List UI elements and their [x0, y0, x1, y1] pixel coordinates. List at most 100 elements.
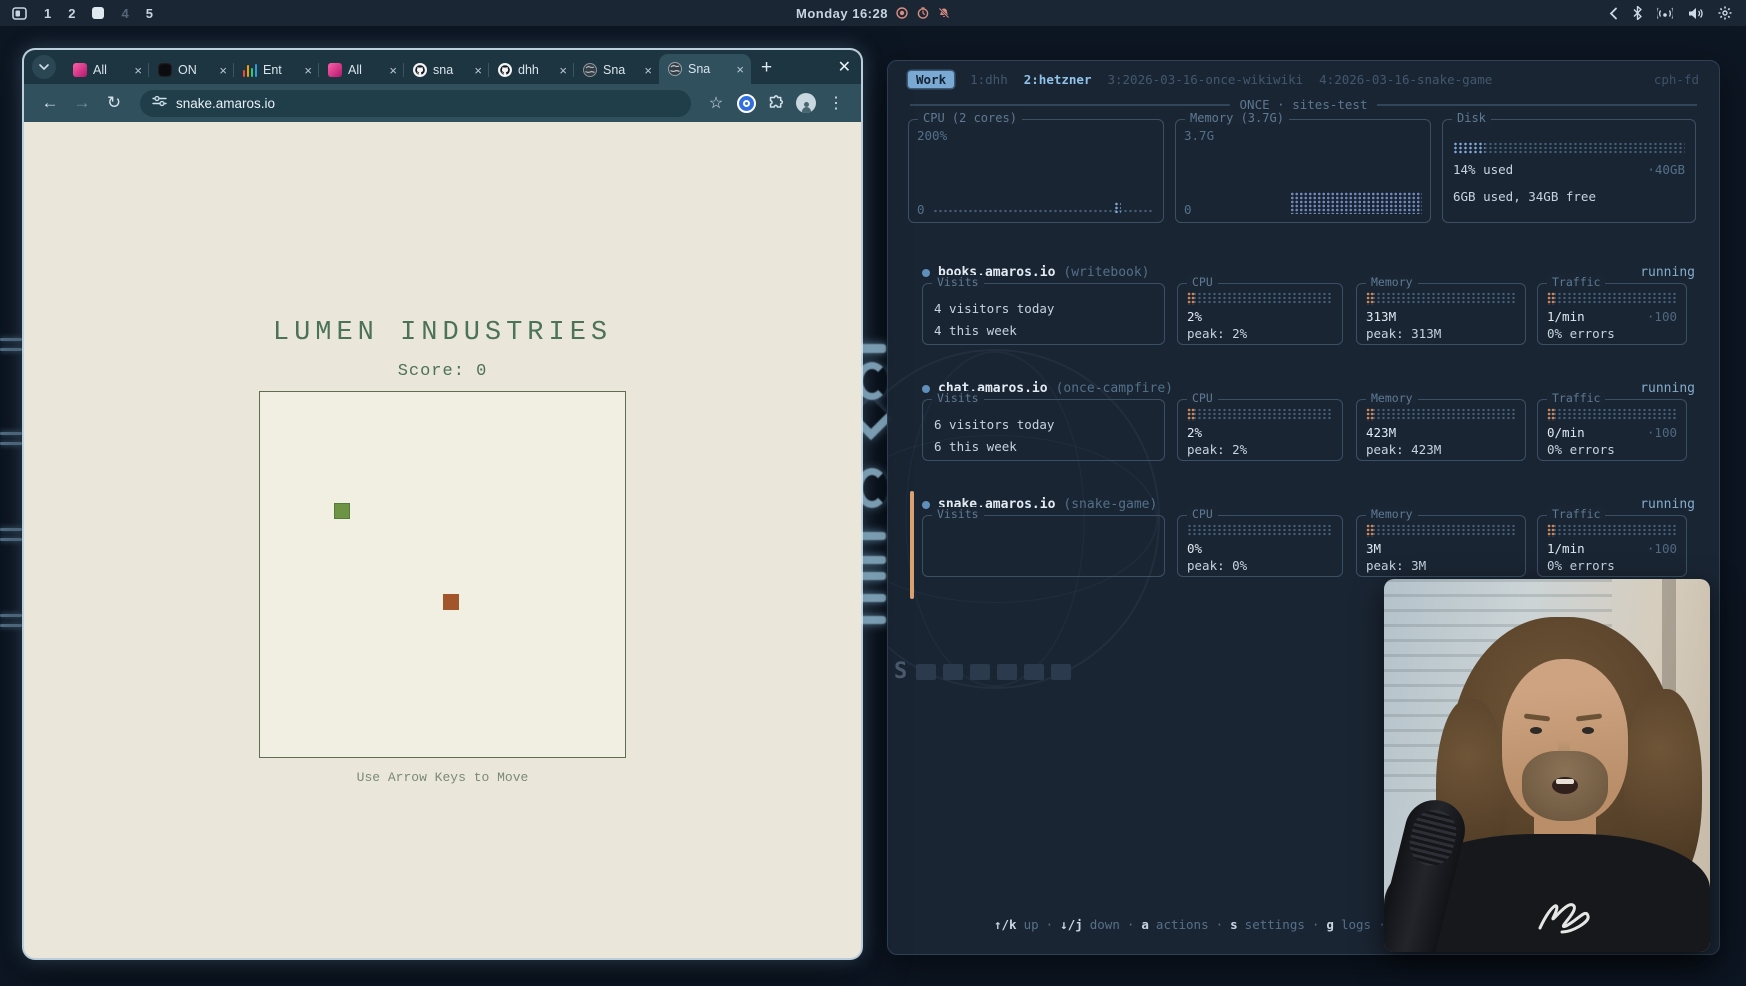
site-status-dot — [922, 269, 930, 277]
site-settings-icon[interactable] — [152, 94, 167, 112]
visits-box: Visits 4 visitors today 4 this week — [922, 283, 1165, 345]
workspace-overview-icon[interactable] — [12, 7, 27, 20]
visits-box: Visits — [922, 515, 1165, 577]
browser-tab-2[interactable]: ON × — [149, 56, 234, 84]
memory-min-label: 0 — [1184, 202, 1192, 217]
extensions-puzzle-icon[interactable] — [763, 90, 789, 116]
browser-tab-1[interactable]: All × — [64, 56, 149, 84]
visits-box: Visits 6 visitors today 6 this week — [922, 399, 1165, 461]
password-manager-icon[interactable] — [733, 90, 759, 116]
workspace-4[interactable]: 4 — [121, 6, 128, 21]
cpu-spike — [1187, 408, 1196, 421]
workspace-1[interactable]: 1 — [44, 6, 51, 21]
cpu-max-label: 200% — [917, 128, 1163, 143]
settings-gear-icon[interactable] — [1718, 6, 1732, 20]
terminal-tab-bar: Work 1:dhh 2:hetzner 3:2026-03-16-once-w… — [908, 71, 1699, 88]
memory-box-title: Memory — [1366, 275, 1418, 289]
webcam-overlay — [1384, 579, 1710, 952]
site-app: (once-campfire) — [1056, 381, 1173, 396]
terminal-tab-1[interactable]: 1:dhh — [970, 72, 1008, 87]
timer-icon — [917, 7, 929, 19]
workspace-5[interactable]: 5 — [146, 6, 153, 21]
browser-tab-3[interactable]: Ent × — [234, 56, 319, 84]
wallpaper-glyph — [858, 594, 886, 602]
recording-icon — [896, 7, 908, 19]
tab-label: dhh — [518, 63, 553, 77]
cpu-history-spike — [1114, 202, 1121, 213]
cpu-peak: peak: 2% — [1187, 442, 1333, 457]
browser-tab-4[interactable]: All × — [319, 56, 404, 84]
tab-close-icon[interactable]: × — [559, 64, 567, 77]
browser-tab-7[interactable]: Sna × — [574, 56, 659, 84]
browser-tab-5[interactable]: sna × — [404, 56, 489, 84]
url-text[interactable]: snake.amaros.io — [176, 96, 275, 111]
traffic-box-title: Traffic — [1547, 275, 1605, 289]
terminal-tab-2-active[interactable]: 2:hetzner — [1024, 72, 1092, 87]
network-icon[interactable] — [1657, 7, 1673, 20]
visits-box-title: Visits — [932, 507, 984, 521]
memory-usage-fill — [1290, 192, 1422, 214]
tab-close-icon[interactable]: × — [219, 64, 227, 77]
tab-close-icon[interactable]: × — [474, 64, 482, 77]
cpu-box: CPU 0% peak: 0% — [1177, 515, 1343, 577]
memory-box: Memory 313M peak: 313M — [1356, 283, 1526, 345]
memory-box-title: Memory — [1366, 391, 1418, 405]
menu-bar: 1 2 4 5 Monday 16:28 — [0, 0, 1746, 26]
help-key: s — [1230, 917, 1238, 932]
chevron-left-icon[interactable] — [1609, 7, 1618, 20]
window-close-button[interactable]: ✕ — [838, 57, 851, 77]
memory-peak: peak: 423M — [1366, 442, 1516, 457]
tab-close-icon[interactable]: × — [644, 64, 652, 77]
help-key: a — [1141, 917, 1149, 932]
help-key: g — [1326, 917, 1334, 932]
memory-peak: peak: 3M — [1366, 558, 1516, 573]
game-score: Score: 0 — [24, 362, 861, 381]
visits-today: 6 visitors today — [934, 414, 1164, 436]
help-desc: actions — [1156, 917, 1209, 932]
bluetooth-icon[interactable] — [1633, 6, 1642, 20]
volume-icon[interactable] — [1688, 7, 1703, 20]
cpu-value: 2% — [1187, 425, 1202, 440]
tab-close-icon[interactable]: × — [736, 63, 744, 76]
wallpaper-glyph — [858, 616, 886, 624]
terminal-tab-4[interactable]: 4:2026-03-16-snake-game — [1319, 72, 1492, 87]
traffic-spike — [1547, 292, 1556, 305]
wallpaper-glyph — [858, 572, 886, 580]
memory-spike — [1366, 524, 1375, 537]
profile-avatar-icon[interactable] — [793, 90, 819, 116]
cpu-box: CPU 2% peak: 2% — [1177, 399, 1343, 461]
game-board[interactable] — [259, 391, 626, 758]
tab-close-icon[interactable]: × — [389, 64, 397, 77]
browser-menu-kebab-icon[interactable]: ⋮ — [823, 90, 849, 116]
site-row-chat[interactable]: chat.amaros.io (once-campfire) running V… — [888, 381, 1720, 485]
traffic-errors: 0% errors — [1547, 326, 1677, 341]
terminal-tab-3[interactable]: 3:2026-03-16-once-wikiwiki — [1107, 72, 1303, 87]
traffic-scale: ·100 — [1647, 309, 1677, 324]
tab-search-button[interactable] — [32, 55, 56, 79]
site-row-books[interactable]: books.amaros.io (writebook) running Visi… — [888, 265, 1720, 369]
wallpaper-line — [0, 528, 22, 531]
help-desc: up — [1024, 917, 1039, 932]
workspace-3-active[interactable] — [92, 7, 104, 19]
hostname: cph-fd — [1654, 72, 1699, 87]
new-tab-button[interactable]: + — [761, 57, 772, 79]
workspace-2[interactable]: 2 — [68, 6, 75, 21]
address-bar[interactable]: snake.amaros.io — [140, 90, 691, 117]
back-icon[interactable]: ← — [36, 89, 64, 117]
forward-icon[interactable]: → — [68, 89, 96, 117]
tab-close-icon[interactable]: × — [134, 64, 142, 77]
wallpaper-line — [0, 538, 22, 541]
keybinding-help-bar: ↑/kup· ↓/jdown· aactions· ssettings· glo… — [994, 917, 1422, 932]
browser-tab-6[interactable]: dhh × — [489, 56, 574, 84]
help-separator: · — [1312, 917, 1320, 932]
session-badge[interactable]: Work — [908, 71, 954, 88]
traffic-spike — [1547, 408, 1556, 421]
tab-close-icon[interactable]: × — [304, 64, 312, 77]
reload-icon[interactable]: ↻ — [100, 89, 128, 117]
browser-tab-8-active[interactable]: Sna × — [659, 54, 751, 84]
bookmark-star-icon[interactable]: ☆ — [703, 90, 729, 116]
cpu-value: 0% — [1187, 541, 1202, 556]
globe-favicon-icon — [583, 63, 597, 77]
cpu-min-label: 0 — [917, 202, 925, 217]
memory-value: 3M — [1366, 541, 1381, 556]
